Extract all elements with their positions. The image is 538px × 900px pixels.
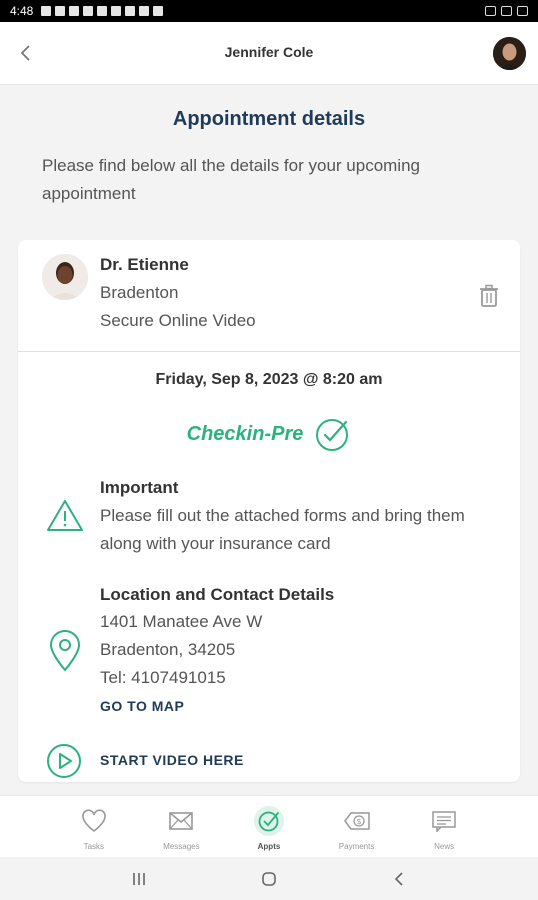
nav-label-payments: Payments	[338, 842, 375, 851]
address-line-1: 1401 Manatee Ave W	[100, 612, 263, 631]
delete-appointment-button[interactable]	[478, 284, 500, 308]
notification-icons	[41, 6, 164, 16]
status-time: 4:48	[10, 4, 34, 18]
svg-text:$: $	[356, 817, 361, 826]
system-back-button[interactable]	[384, 864, 414, 894]
back-icon	[394, 871, 403, 886]
doctor-summary: Dr. Etienne Bradenton Secure Online Vide…	[18, 240, 520, 352]
appointment-status: Checkin-Pre	[18, 416, 520, 452]
home-button[interactable]	[254, 864, 284, 894]
address-line-2: Bradenton, 34205	[100, 640, 236, 659]
important-text: Please fill out the attached forms and b…	[100, 506, 465, 553]
clock-check-icon	[258, 811, 279, 832]
location-title: Location and Contact Details	[100, 585, 335, 604]
nav-appts[interactable]: Appts	[239, 796, 299, 857]
nav-label-tasks: Tasks	[83, 842, 105, 851]
status-label: Checkin-Pre	[186, 422, 304, 445]
warning-icon	[47, 500, 83, 531]
important-title: Important	[100, 478, 179, 497]
status-bar: 4:48	[0, 0, 538, 22]
nav-label-messages: Messages	[163, 842, 200, 851]
doctor-name: Dr. Etienne	[100, 255, 189, 274]
home-icon	[262, 871, 276, 886]
app-header: Jennifer Cole	[0, 22, 538, 85]
nav-label-appts: Appts	[257, 842, 281, 851]
nav-label-news: News	[434, 842, 455, 851]
nav-payments[interactable]: $ Payments	[327, 796, 387, 857]
contact-phone: Tel: 4107491015	[100, 668, 226, 687]
doctor-location: Bradenton	[100, 283, 179, 302]
news-icon	[432, 811, 456, 832]
nav-news[interactable]: News	[414, 796, 474, 857]
clock-check-icon	[316, 419, 349, 451]
page-intro-text: Please find below all the details for yo…	[42, 156, 420, 203]
recent-apps-button[interactable]	[124, 864, 154, 894]
recent-apps-icon	[133, 872, 145, 885]
nav-tasks[interactable]: Tasks	[64, 796, 124, 857]
appointment-datetime: Friday, Sep 8, 2023 @ 8:20 am	[155, 371, 383, 388]
go-to-map-link[interactable]: GO TO MAP	[100, 698, 184, 714]
doctor-avatar	[42, 254, 88, 300]
trash-icon	[480, 284, 498, 307]
location-pin-icon	[49, 630, 81, 672]
system-navigation-bar	[0, 857, 538, 900]
bottom-navigation: Tasks Messages Appts $ Payments News	[0, 795, 538, 857]
appointment-card: Dr. Etienne Bradenton Secure Online Vide…	[18, 240, 520, 782]
dollar-tag-icon: $	[343, 812, 370, 830]
page-title: Appointment details	[172, 108, 366, 130]
nav-messages[interactable]: Messages	[151, 796, 211, 857]
play-icon[interactable]	[46, 743, 82, 779]
patient-name-title: Jennifer Cole	[224, 44, 314, 60]
envelope-icon	[169, 812, 194, 830]
user-avatar[interactable]	[493, 37, 526, 70]
visit-type: Secure Online Video	[100, 311, 256, 330]
heart-icon	[81, 809, 106, 832]
system-status-icons	[485, 6, 528, 16]
start-video-link[interactable]: START VIDEO HERE	[100, 752, 244, 768]
